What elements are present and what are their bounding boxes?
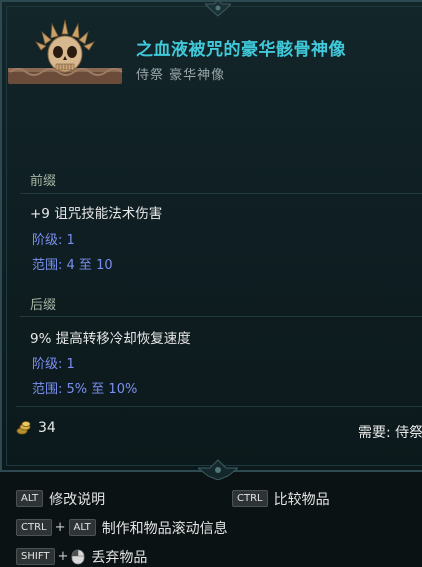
prefix-range: 范围: 4 至 10 <box>32 254 113 273</box>
prefix-range-label: 范围: <box>32 258 63 273</box>
combo-plus: + <box>54 520 66 535</box>
alt-key: ALT <box>16 490 44 507</box>
hint-crafting-info: CTRL + ALT 制作和物品滚动信息 <box>16 517 228 538</box>
suffix-label: 后缀 <box>30 298 57 313</box>
hint-combo-label: 制作和物品滚动信息 <box>101 520 228 537</box>
item-tooltip: 之血液被咒的豪华骸骨神像 侍祭 豪华神像 前缀 +9 诅咒技能法术伤害 阶级: … <box>0 0 422 480</box>
suffix-mod-text: 9% 提高转移冷却恢复速度 <box>30 331 191 347</box>
item-type: 侍祭 豪华神像 <box>136 68 226 83</box>
prefix-range-value: 4 至 10 <box>66 258 113 273</box>
shift-key: SHIFT <box>16 548 55 565</box>
suffix-tier-value: 1 <box>66 357 75 372</box>
prefix-mod-text: +9 诅咒技能法术伤害 <box>30 206 163 222</box>
hint-alt-label: 修改说明 <box>49 491 106 508</box>
hint-compare-items: CTRL 比较物品 <box>232 488 330 509</box>
ctrl-key: CTRL <box>232 490 268 507</box>
hint-modify-description: ALT 修改说明 <box>16 488 105 509</box>
suffix-range-value: 5% 至 10% <box>66 382 138 397</box>
skull-idol-icon <box>8 19 123 84</box>
hint-drop-item: SHIFT + 丢弃物品 <box>16 546 147 567</box>
gold-coins-icon <box>16 421 31 435</box>
suffix-separator <box>20 316 422 317</box>
suffix-range-label: 范围: <box>32 382 63 397</box>
hint-ctrl-label: 比较物品 <box>273 491 330 508</box>
prefix-tier-label: 阶级: <box>32 233 63 248</box>
combo-alt-key: ALT <box>68 519 96 536</box>
bottom-ornament-icon <box>198 459 238 480</box>
prefix-tier-value: 1 <box>66 233 75 248</box>
suffix-range: 范围: 5% 至 10% <box>32 378 137 397</box>
suffix-tier: 阶级: 1 <box>32 353 75 372</box>
suffix-tier-label: 阶级: <box>32 357 63 372</box>
prefix-separator <box>20 193 422 194</box>
item-name: 之血液被咒的豪华骸骨神像 <box>136 40 346 60</box>
currency: 34 <box>16 420 56 436</box>
shift-plus: + <box>57 549 69 564</box>
combo-ctrl-key: CTRL <box>16 519 52 536</box>
currency-value: 34 <box>38 420 56 436</box>
hint-shift-label: 丢弃物品 <box>91 549 148 566</box>
prefix-label: 前缀 <box>30 174 57 189</box>
mouse-icon <box>72 549 85 564</box>
top-ornament-icon <box>205 0 231 17</box>
footer-divider <box>16 406 422 407</box>
requirement: 需要: 侍祭 <box>358 425 422 441</box>
prefix-tier: 阶级: 1 <box>32 229 75 248</box>
